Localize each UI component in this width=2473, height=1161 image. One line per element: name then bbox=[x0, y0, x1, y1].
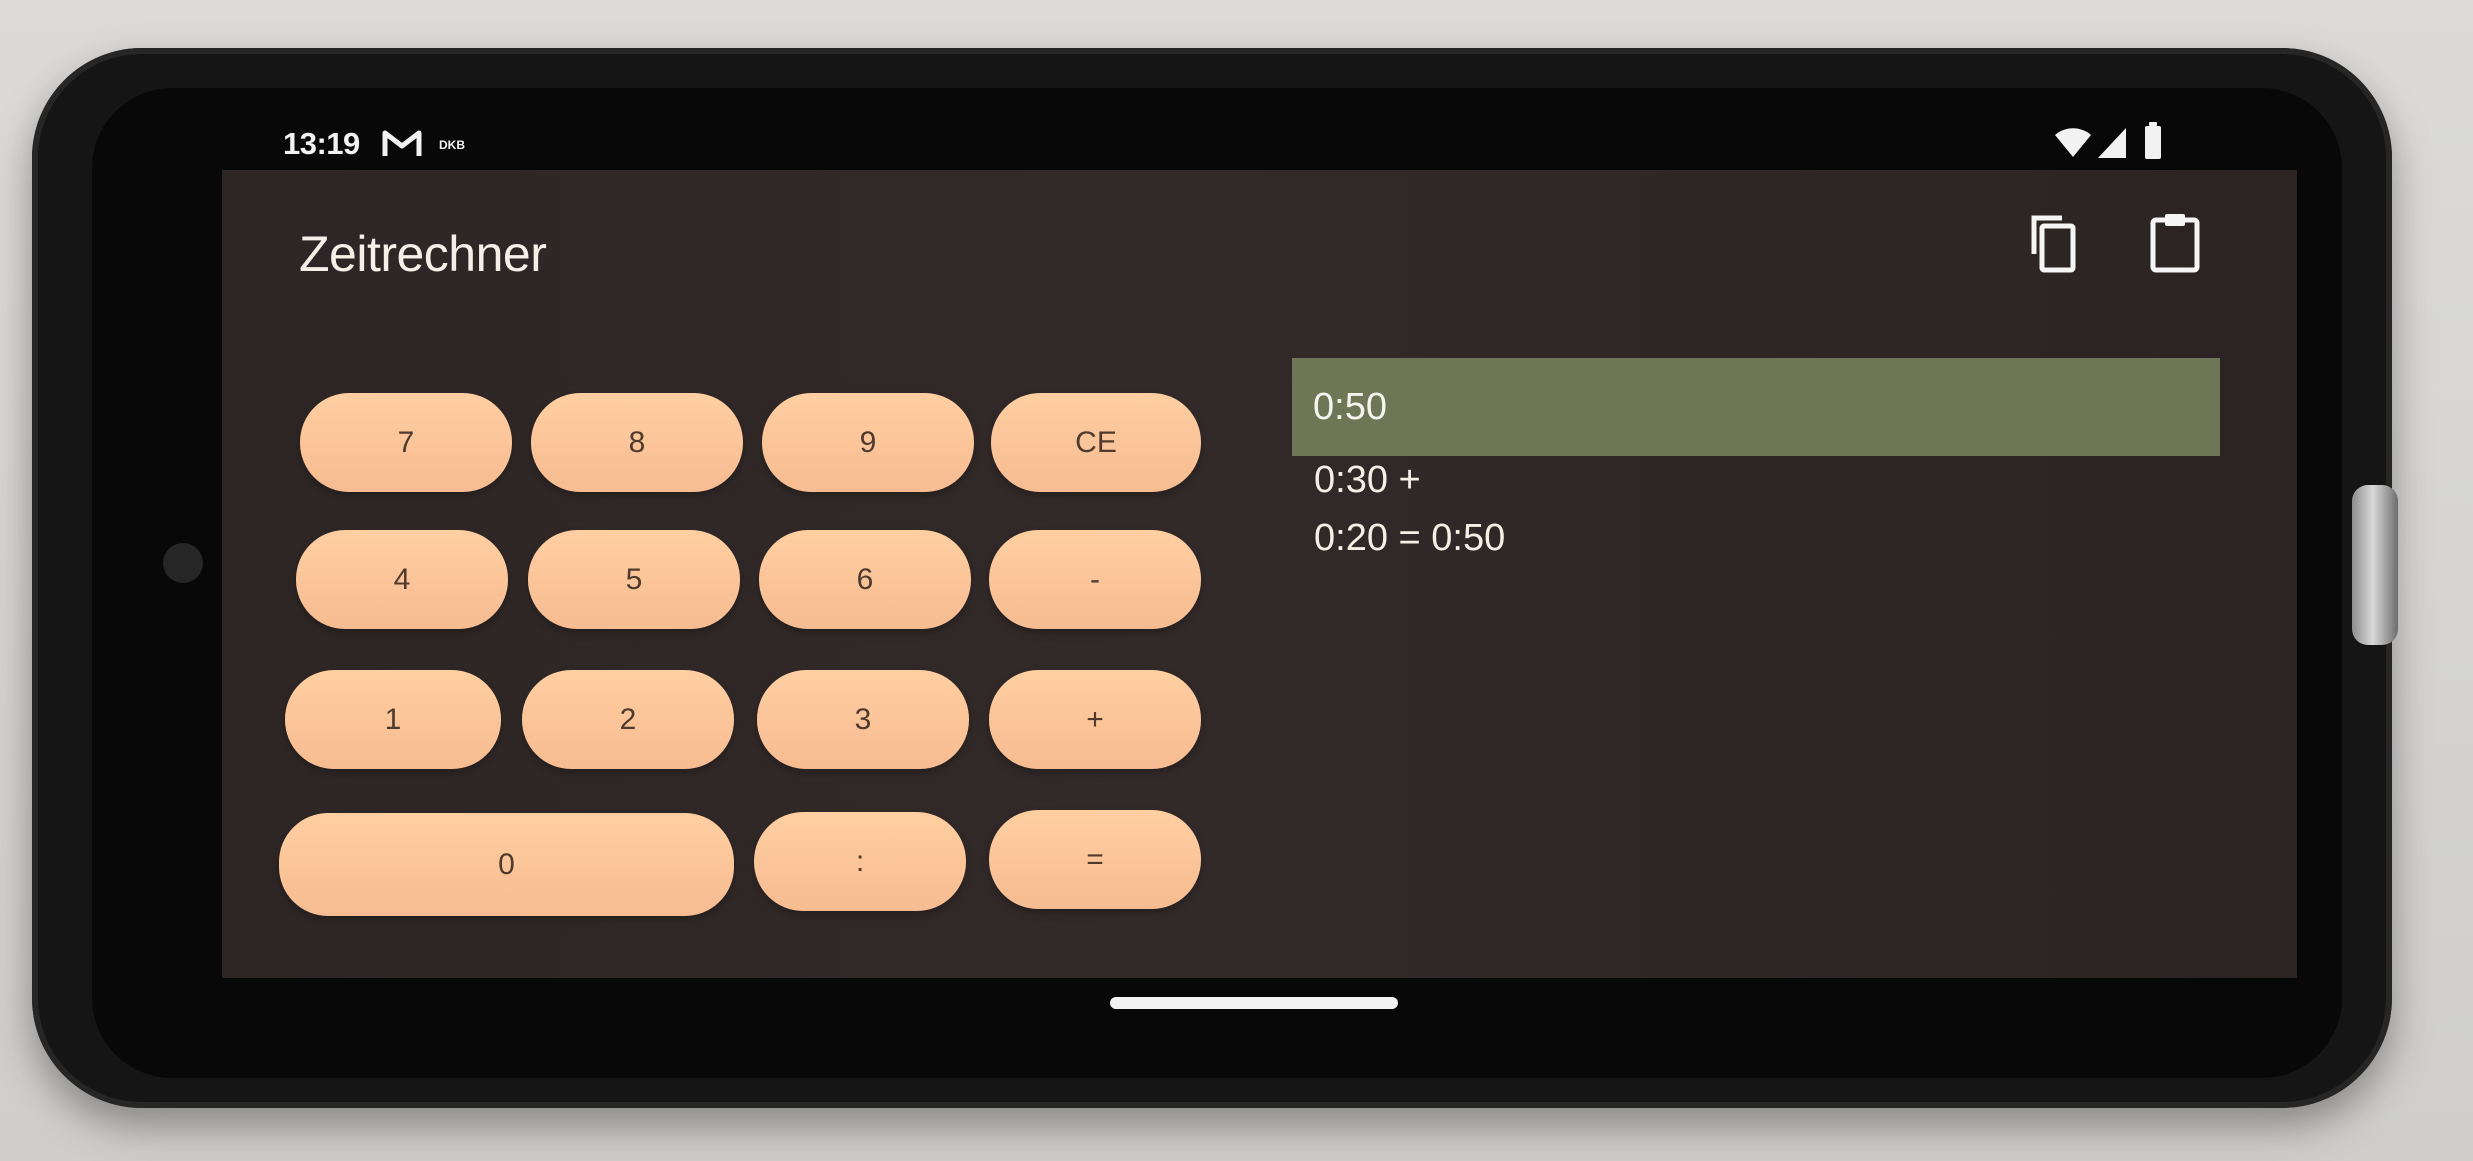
result-panel: 0:50 bbox=[1292, 358, 2220, 456]
key-1[interactable]: 1 bbox=[285, 670, 501, 769]
gmail-icon bbox=[382, 130, 422, 156]
copy-icon[interactable] bbox=[2024, 212, 2082, 278]
status-bar: 13:19 DKB bbox=[250, 118, 2220, 174]
calculator-screen: Zeitrechner 7 8 9 CE 4 5 6 - 1 2 3 + 0 :… bbox=[222, 170, 2297, 978]
key-0[interactable]: 0 bbox=[279, 813, 734, 916]
plus-button[interactable]: + bbox=[989, 670, 1201, 769]
key-3[interactable]: 3 bbox=[757, 670, 969, 769]
history-line-1: 0:30 + bbox=[1314, 459, 1421, 501]
home-indicator[interactable] bbox=[1110, 997, 1398, 1009]
minus-button[interactable]: - bbox=[989, 530, 1201, 629]
key-6[interactable]: 6 bbox=[759, 530, 971, 629]
status-time: 13:19 bbox=[283, 126, 360, 161]
key-9[interactable]: 9 bbox=[762, 393, 974, 492]
key-4[interactable]: 4 bbox=[296, 530, 508, 629]
signal-icon bbox=[2098, 128, 2126, 158]
result-value: 0:50 bbox=[1313, 386, 1387, 428]
power-button bbox=[2352, 485, 2398, 645]
key-8[interactable]: 8 bbox=[531, 393, 743, 492]
key-2[interactable]: 2 bbox=[522, 670, 734, 769]
wifi-icon bbox=[2055, 128, 2091, 157]
dkb-notification-label: DKB bbox=[439, 138, 465, 152]
battery-icon bbox=[2145, 122, 2161, 159]
key-5[interactable]: 5 bbox=[528, 530, 740, 629]
equals-button[interactable]: = bbox=[989, 810, 1201, 909]
front-camera bbox=[163, 543, 203, 583]
clear-entry-button[interactable]: CE bbox=[991, 393, 1201, 492]
app-title: Zeitrechner bbox=[299, 226, 547, 282]
paste-icon[interactable] bbox=[2147, 210, 2205, 276]
history-line-2: 0:20 = 0:50 bbox=[1314, 517, 1506, 559]
colon-button[interactable]: : bbox=[754, 812, 966, 911]
key-7[interactable]: 7 bbox=[300, 393, 512, 492]
